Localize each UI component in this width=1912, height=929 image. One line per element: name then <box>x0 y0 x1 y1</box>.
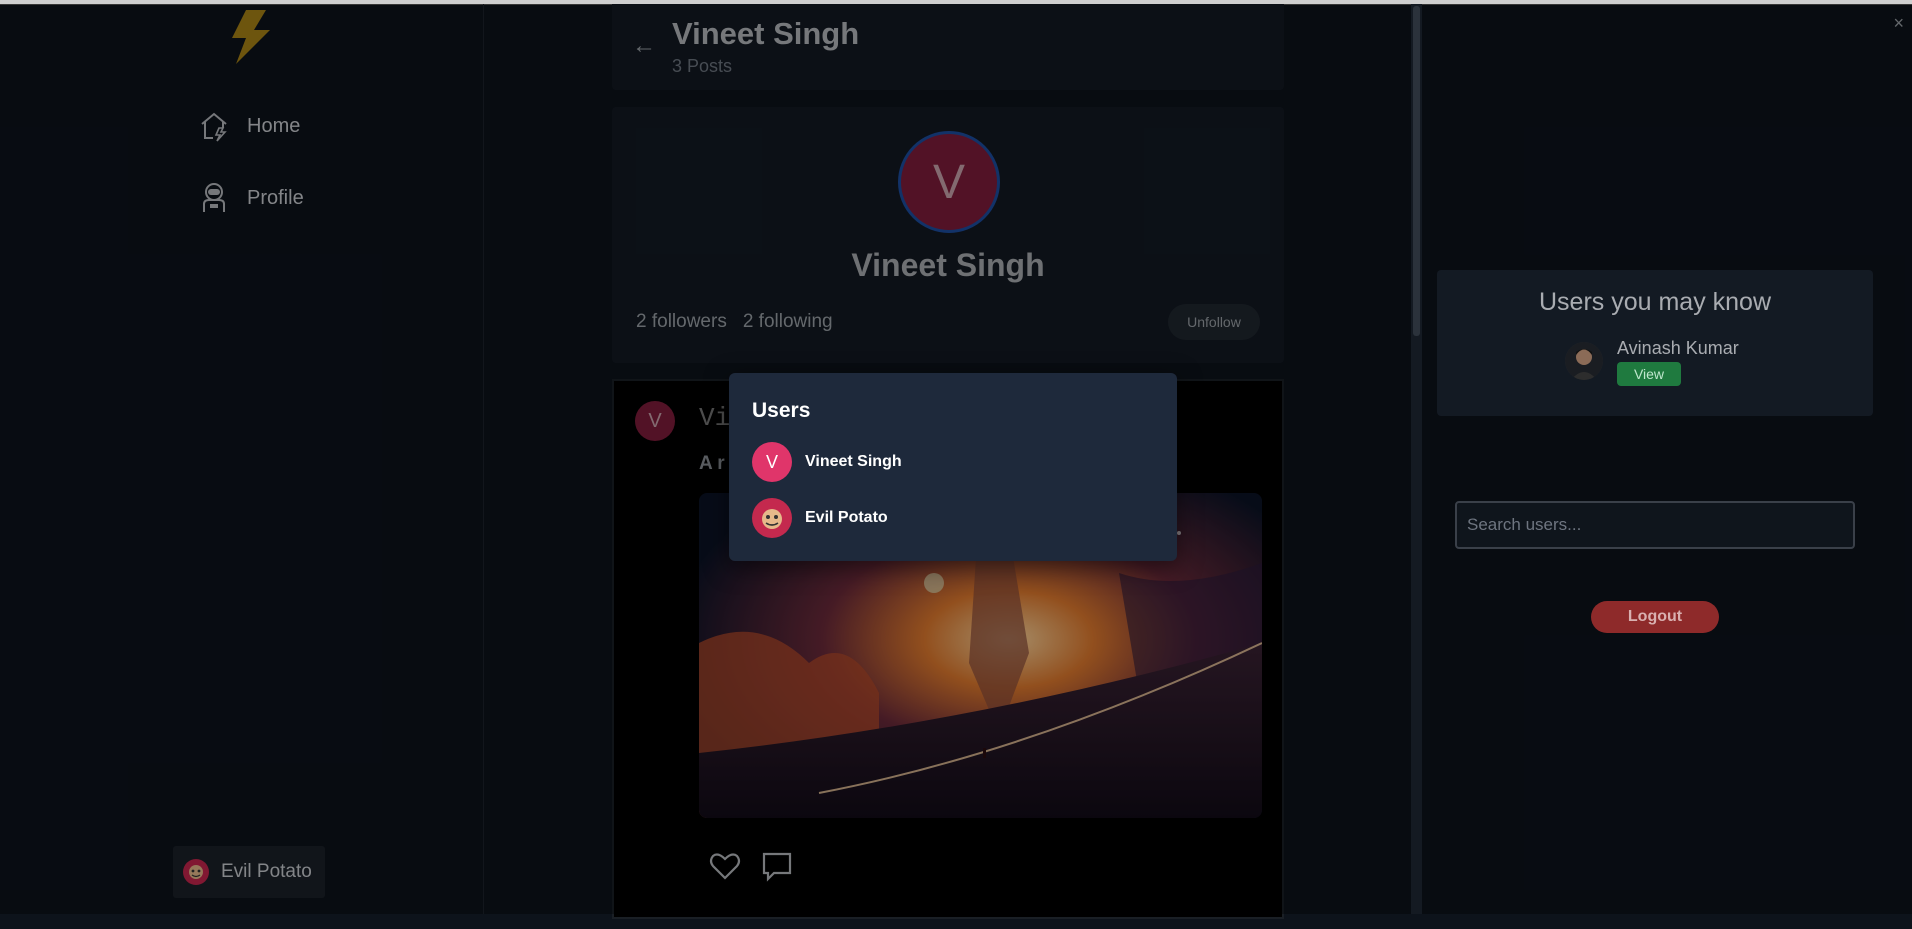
person-photo <box>1565 342 1603 380</box>
profile-avatar: V <box>898 131 1000 233</box>
suggested-user-name[interactable]: Avinash Kumar <box>1617 338 1739 359</box>
popup-title: Users <box>752 399 811 422</box>
scrollbar-thumb[interactable] <box>1413 6 1420 336</box>
left-sidebar: Home Profile Evil Potato <box>0 4 484 914</box>
avatar: V <box>752 442 792 482</box>
suggest-title: Users you may know <box>1538 288 1772 316</box>
post-count: 3 Posts <box>672 56 733 76</box>
follow-stats: 2 followers 2 following <box>636 311 833 333</box>
popup-user-name: Evil Potato <box>805 509 888 526</box>
search-input[interactable] <box>1455 501 1855 549</box>
back-arrow-icon[interactable]: ← <box>632 32 656 60</box>
avatar <box>752 498 792 538</box>
avatar[interactable] <box>1565 342 1603 380</box>
post-actions <box>708 849 794 883</box>
profile-header: ← Vineet Singh 3 Posts <box>612 4 1284 90</box>
sidebar-item-home[interactable]: Home <box>199 110 300 142</box>
potato-icon <box>189 865 203 879</box>
post-author-avatar[interactable]: V <box>635 401 675 441</box>
popup-user-item[interactable]: V Vineet Singh <box>752 442 902 482</box>
sidebar-item-profile[interactable]: Profile <box>199 182 304 214</box>
heart-icon[interactable] <box>708 849 742 883</box>
profile-card: V Vineet Singh 2 followers 2 following U… <box>612 107 1284 363</box>
users-you-may-know-card: Users you may know Avinash Kumar View <box>1437 270 1873 416</box>
avatar <box>183 859 209 885</box>
current-user-name: Evil Potato <box>221 861 312 882</box>
home-icon <box>201 112 227 142</box>
following-link[interactable]: 2 following <box>743 311 833 333</box>
logout-button[interactable]: Logout <box>1591 601 1719 633</box>
sidebar-item-label: Home <box>247 114 301 137</box>
unfollow-button[interactable]: Unfollow <box>1168 304 1260 340</box>
sidebar-item-label: Profile <box>247 186 304 209</box>
lightning-bolt-icon[interactable] <box>224 8 274 66</box>
profile-name: Vineet Singh <box>851 247 1045 283</box>
followers-link[interactable]: 2 followers <box>636 311 727 333</box>
potato-icon <box>762 509 782 529</box>
post-author-name[interactable]: Vi <box>699 403 730 433</box>
view-button[interactable]: View <box>1617 362 1681 386</box>
post-text: A r <box>699 453 725 474</box>
users-popup: Users V Vineet Singh Evil Potato <box>729 373 1177 561</box>
popup-user-item[interactable]: Evil Potato <box>752 498 888 538</box>
popup-user-name: Vineet Singh <box>805 453 902 470</box>
comment-icon[interactable] <box>760 849 794 883</box>
close-icon[interactable]: × <box>1893 13 1904 34</box>
current-user-button[interactable]: Evil Potato <box>173 846 325 898</box>
page-title: Vineet Singh <box>672 16 860 51</box>
astronaut-icon <box>203 183 225 212</box>
